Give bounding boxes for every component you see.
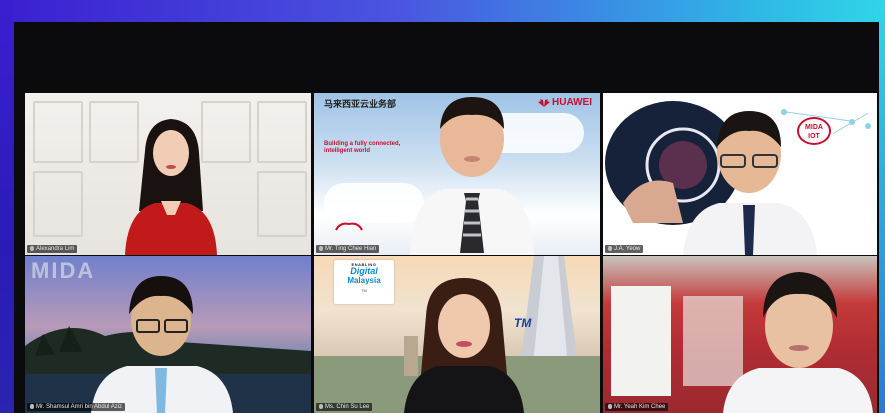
participant-name: J.A. Yeow (614, 246, 641, 252)
participant-video-feed (125, 119, 217, 255)
video-tile-participant-3[interactable]: MIDA IOT J.A. Yeow (603, 93, 877, 255)
participant-name: Mr. Ting Chee Hian (325, 246, 377, 252)
video-tile-participant-2[interactable]: 马来西亚云业务部 HUAWEI Building a fully connect… (314, 93, 600, 255)
participant-name: Ms. Chin Su Lee (325, 404, 370, 410)
video-tile-participant-6[interactable]: Mr. Yeah Kim Chee (603, 256, 877, 413)
cloud-logo-icon (335, 222, 363, 231)
participant-name-tag: Mr. Shamsul Amri bin Abdul Aziz (27, 403, 126, 411)
video-tile-participant-5[interactable]: ENABLING Digital Malaysia TM TM Ms. Chin… (314, 256, 600, 413)
brand-name: HUAWEI (552, 97, 592, 108)
participant-video-feed (683, 272, 873, 413)
participant-name: Mr. Shamsul Amri bin Abdul Aziz (36, 404, 123, 410)
wall-panel (257, 101, 307, 163)
gradient-frame-top (0, 0, 885, 22)
video-tile-participant-1[interactable]: Alexandra Lim (25, 93, 311, 255)
participant-name-tag: Ms. Chin Su Lee (316, 403, 373, 411)
participant-name: Alexandra Lim (36, 246, 75, 252)
participant-name-tag: Mr. Ting Chee Hian (316, 245, 380, 253)
wall-panel (257, 171, 307, 237)
video-tile-participant-4[interactable]: MIDA Mr. Shamsul Amri bin Abdul Aziz (25, 256, 311, 413)
microphone-icon (608, 403, 612, 409)
wall-panel (33, 101, 83, 163)
participant-name: Mr. Yeah Kim Chee (614, 404, 666, 410)
participant-name-tag: Mr. Yeah Kim Chee (605, 403, 669, 411)
microphone-icon (30, 403, 34, 409)
participant-video-feed (605, 101, 817, 255)
gradient-frame-left (0, 0, 14, 413)
participant-video-feed (410, 97, 534, 255)
participant-name-tag: J.A. Yeow (605, 245, 644, 253)
participant-video-feed (404, 278, 524, 413)
microphone-icon (319, 403, 323, 409)
wall-panel (33, 171, 83, 237)
participant-name-tag: Alexandra Lim (27, 245, 78, 253)
video-gallery: Alexandra Lim 马来西亚云业务部 HUAWEI Building a… (14, 22, 879, 413)
gradient-frame-right (879, 0, 885, 413)
microphone-icon (319, 245, 323, 251)
microphone-icon (608, 245, 612, 251)
slide-heading: 马来西亚云业务部 (324, 100, 397, 110)
microphone-icon (30, 245, 34, 251)
participant-video-feed (25, 276, 311, 413)
